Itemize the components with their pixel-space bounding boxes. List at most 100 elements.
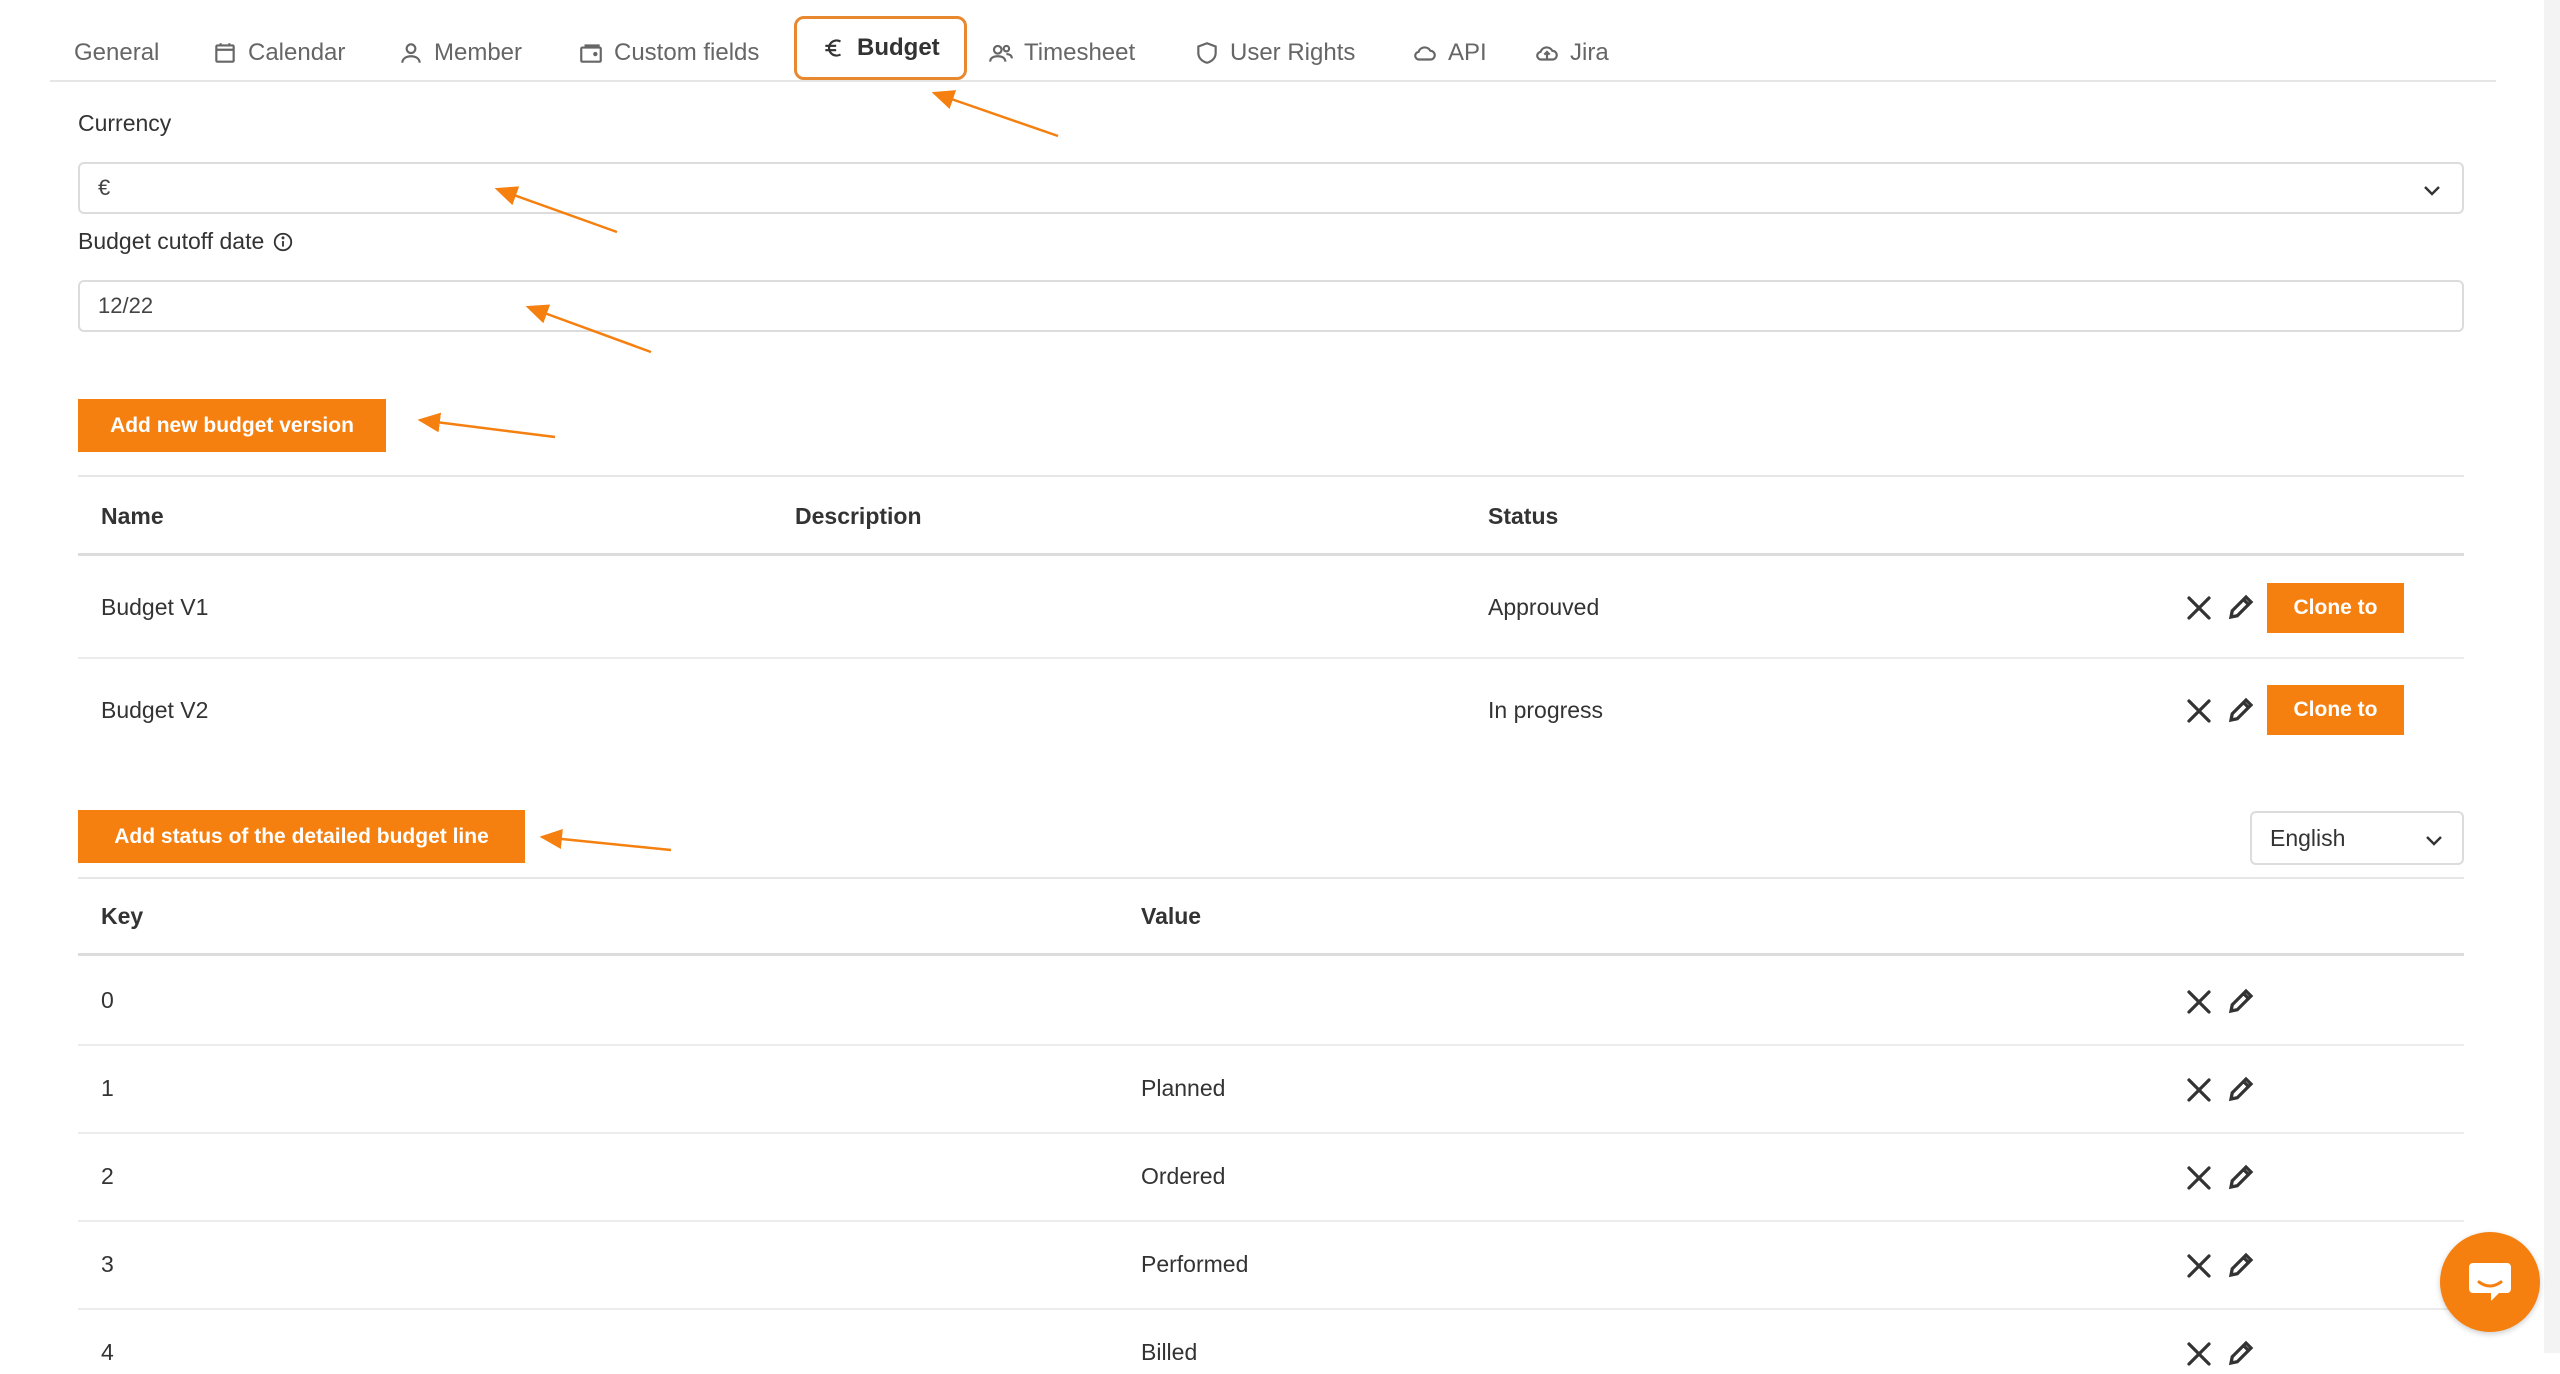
add-status-button[interactable]: Add status of the detailed budget line — [78, 810, 525, 863]
delete-button[interactable] — [2184, 987, 2214, 1017]
pencil-icon — [2228, 1164, 2254, 1190]
chat-button[interactable] — [2440, 1232, 2540, 1332]
cloud-icon — [1414, 46, 1436, 61]
delete-button[interactable] — [2184, 1251, 2214, 1281]
version-status: In progress — [1488, 697, 1604, 723]
currency-select[interactable]: € — [78, 162, 2464, 214]
tab-label: API — [1448, 39, 1487, 66]
language-value: English — [2270, 824, 2346, 851]
chat-icon — [2469, 1263, 2511, 1301]
chevron-down-icon — [2426, 836, 2442, 846]
close-icon — [2187, 1078, 2211, 1102]
cutoff-date-label: Budget cutoff date — [78, 228, 294, 255]
close-icon — [2187, 699, 2211, 723]
delete-button[interactable] — [2184, 593, 2214, 623]
tab-general[interactable]: General — [74, 26, 159, 80]
tab-bar: General Calendar Member Custom fields Bu… — [50, 14, 2496, 82]
divider — [78, 1220, 2464, 1222]
tab-calendar[interactable]: Calendar — [212, 26, 345, 80]
status-value: Performed — [1141, 1251, 1249, 1277]
close-icon — [2187, 1342, 2211, 1366]
close-icon — [2187, 596, 2211, 620]
users-icon — [989, 44, 1013, 62]
tab-timesheet[interactable]: Timesheet — [988, 26, 1135, 80]
edit-button[interactable] — [2226, 1074, 2256, 1104]
close-icon — [2187, 1166, 2211, 1190]
status-key: 3 — [101, 1251, 114, 1277]
pencil-icon — [2228, 1252, 2254, 1278]
tab-budget[interactable]: Budget — [794, 16, 967, 80]
tab-label: User Rights — [1230, 39, 1356, 66]
tab-member[interactable]: Member — [398, 26, 522, 80]
cutoff-date-value: 12/22 — [98, 293, 154, 318]
pencil-icon — [2228, 697, 2254, 723]
divider — [78, 1044, 2464, 1046]
tab-label: Jira — [1570, 39, 1609, 66]
clone-to-button[interactable]: Clone to — [2267, 685, 2404, 735]
pencil-icon — [2228, 988, 2254, 1014]
user-icon — [401, 43, 421, 63]
column-header-status: Status — [1488, 503, 1559, 529]
edit-button[interactable] — [2226, 592, 2256, 622]
tab-label: Budget — [857, 34, 940, 61]
pencil-icon — [2228, 1340, 2254, 1366]
version-status: Approuved — [1488, 594, 1600, 620]
tab-label: Member — [434, 39, 523, 66]
edit-button[interactable] — [2226, 1162, 2256, 1192]
delete-button[interactable] — [2184, 1339, 2214, 1369]
arrow-add-version — [417, 412, 556, 439]
delete-button[interactable] — [2184, 1075, 2214, 1105]
tab-label: General — [74, 39, 160, 66]
delete-button[interactable] — [2184, 1163, 2214, 1193]
divider — [78, 953, 2464, 956]
cutoff-date-input[interactable]: 12/22 — [78, 280, 2464, 332]
column-header-key: Key — [101, 903, 144, 929]
clone-to-button[interactable]: Clone to — [2267, 583, 2404, 633]
close-icon — [2187, 990, 2211, 1014]
edit-button[interactable] — [2226, 695, 2256, 725]
calendar-icon — [215, 43, 235, 63]
folder-icon — [580, 44, 602, 63]
edit-button[interactable] — [2226, 1250, 2256, 1280]
tab-user-rights[interactable]: User Rights — [1194, 26, 1355, 80]
tab-label: Custom fields — [614, 39, 760, 66]
tab-label: Calendar — [248, 39, 346, 66]
version-name: Budget V1 — [101, 594, 209, 620]
pencil-icon — [2228, 594, 2254, 620]
language-select[interactable]: English — [2250, 811, 2464, 865]
euro-icon — [825, 39, 842, 57]
scrollbar-track[interactable] — [2544, 0, 2560, 1353]
tab-jira[interactable]: Jira — [1534, 26, 1609, 80]
pencil-icon — [2228, 1076, 2254, 1102]
arrow-budget-tab — [931, 90, 1059, 138]
tab-custom-fields[interactable]: Custom fields — [578, 26, 759, 80]
column-header-value: Value — [1141, 903, 1202, 929]
column-header-description: Description — [795, 503, 922, 529]
shield-icon — [1197, 42, 1217, 64]
column-header-name: Name — [101, 503, 164, 529]
arrow-add-status — [539, 829, 672, 852]
status-value: Planned — [1141, 1075, 1226, 1101]
status-key: 2 — [101, 1163, 114, 1189]
divider — [78, 657, 2464, 659]
currency-label-text: Currency — [78, 110, 172, 136]
chevron-down-icon — [2424, 186, 2440, 196]
divider — [78, 1132, 2464, 1134]
delete-button[interactable] — [2184, 696, 2214, 726]
divider — [78, 475, 2464, 477]
add-budget-version-button[interactable]: Add new budget version — [78, 399, 386, 452]
edit-button[interactable] — [2226, 986, 2256, 1016]
status-key: 0 — [101, 987, 114, 1013]
status-value: Ordered — [1141, 1163, 1226, 1189]
tab-label: Timesheet — [1024, 39, 1136, 66]
edit-button[interactable] — [2226, 1338, 2256, 1368]
cutoff-date-label-text: Budget cutoff date — [78, 228, 265, 254]
close-icon — [2187, 1254, 2211, 1278]
currency-value: € — [98, 175, 111, 200]
divider — [78, 1308, 2464, 1310]
version-name: Budget V2 — [101, 697, 209, 723]
cloud-upload-icon — [1536, 46, 1558, 61]
tab-api[interactable]: API — [1412, 26, 1487, 80]
info-icon[interactable] — [272, 231, 294, 253]
divider — [78, 553, 2464, 556]
